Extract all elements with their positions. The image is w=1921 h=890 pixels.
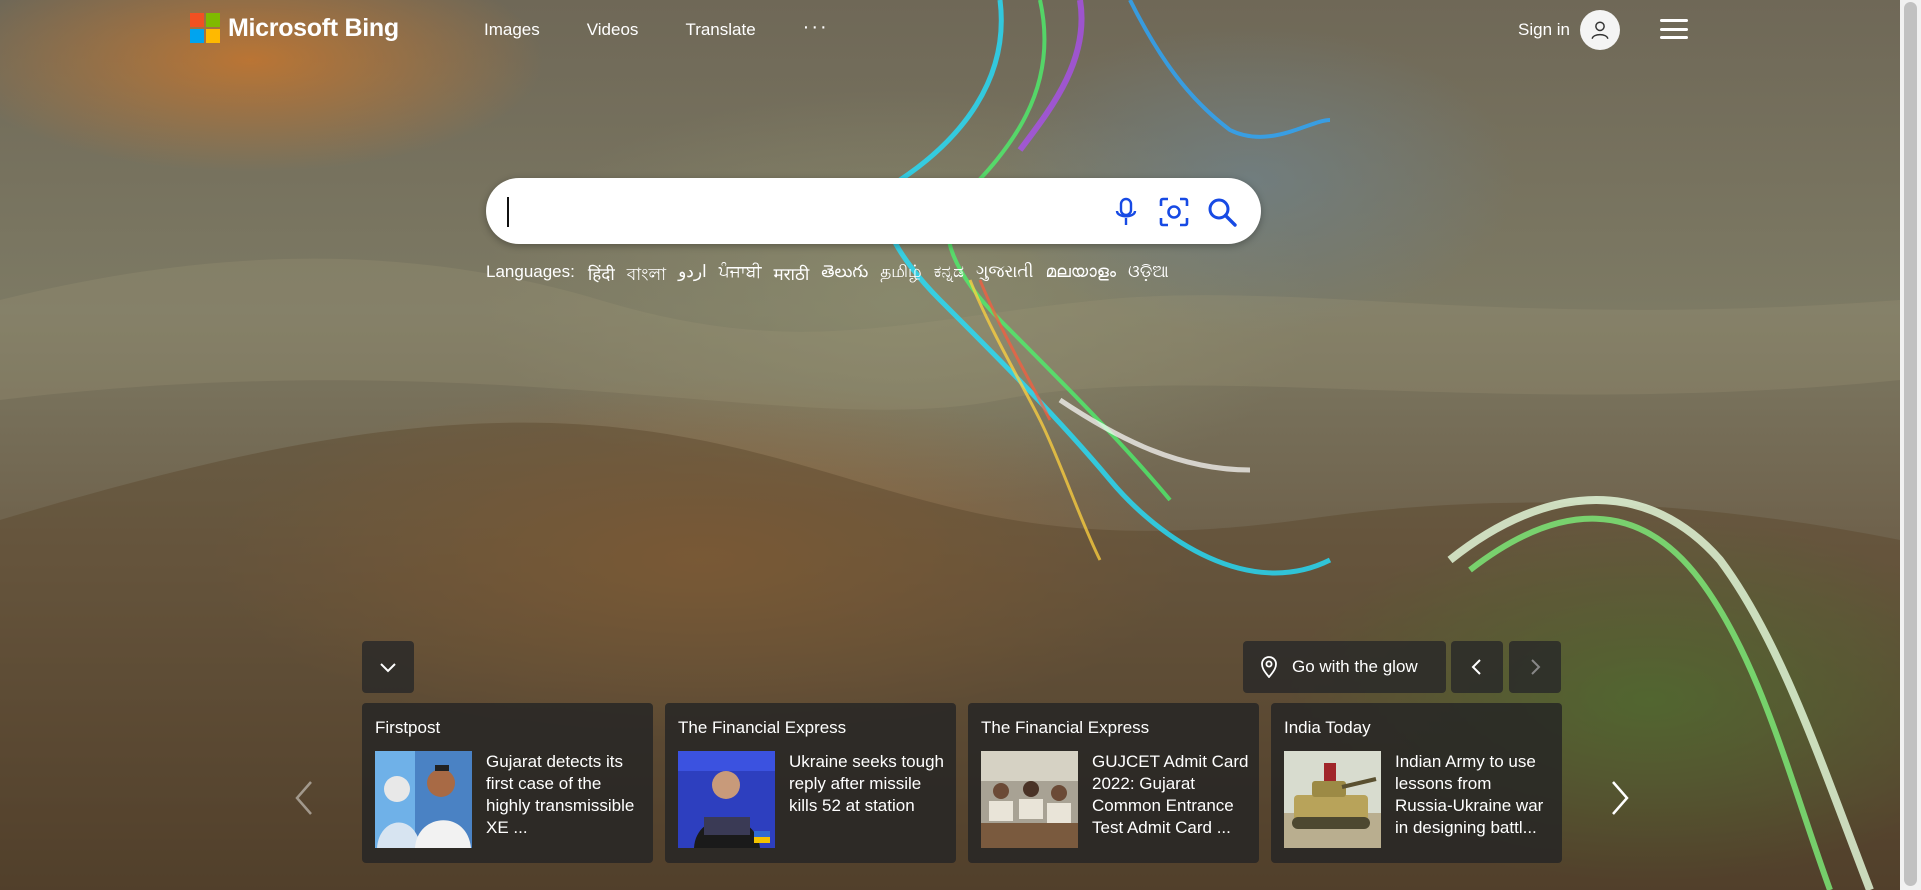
nav-images[interactable]: Images bbox=[484, 20, 540, 40]
news-next-button[interactable] bbox=[1605, 778, 1635, 818]
top-nav: Images Videos Translate ··· bbox=[484, 17, 876, 40]
chevron-down-icon bbox=[380, 663, 396, 673]
nav-videos[interactable]: Videos bbox=[587, 20, 639, 40]
previous-image-button[interactable] bbox=[1451, 641, 1503, 693]
bing-logo[interactable]: Microsoft Bing bbox=[190, 13, 399, 43]
language-link[interactable]: ગુજરાતી bbox=[976, 262, 1034, 290]
nav-more-button[interactable]: ··· bbox=[803, 17, 829, 40]
language-link[interactable]: தமிழ் bbox=[880, 262, 922, 290]
logo-square-yellow bbox=[206, 29, 220, 43]
news-card[interactable]: The Financial Express GUJCET Admit Card … bbox=[968, 703, 1259, 863]
chevron-right-icon bbox=[1531, 659, 1541, 675]
hamburger-bar bbox=[1660, 36, 1688, 39]
chevron-right-icon bbox=[1612, 781, 1629, 815]
languages-bar: Languages: हिंदी বাংলা اردو ਪੰਜਾਬੀ मराठी… bbox=[486, 262, 1181, 290]
visual-search-icon[interactable] bbox=[1157, 195, 1191, 229]
collapse-button[interactable] bbox=[362, 641, 414, 693]
scrollbar-thumb[interactable] bbox=[1904, 2, 1917, 886]
news-thumbnail bbox=[1284, 751, 1381, 848]
location-pin-icon bbox=[1261, 656, 1277, 678]
language-link[interactable]: বাংলা bbox=[627, 262, 666, 290]
news-card[interactable]: India Today Indian Army to use lessons f… bbox=[1271, 703, 1562, 863]
language-link[interactable]: हिंदी bbox=[588, 262, 615, 290]
logo-square-green bbox=[206, 13, 220, 27]
language-link[interactable]: ਪੰਜਾਬੀ bbox=[719, 262, 762, 290]
news-thumbnail bbox=[981, 751, 1078, 848]
news-previous-button[interactable] bbox=[289, 778, 319, 818]
search-icon[interactable] bbox=[1205, 195, 1239, 229]
language-link[interactable]: മലയാളം bbox=[1046, 262, 1116, 290]
microsoft-logo-icon bbox=[190, 13, 220, 43]
news-headline: Indian Army to use lessons from Russia-U… bbox=[1395, 752, 1544, 837]
hamburger-bar bbox=[1660, 27, 1688, 31]
image-info-button[interactable]: Go with the glow bbox=[1243, 641, 1446, 693]
language-link[interactable]: اردو bbox=[678, 262, 707, 290]
next-image-button[interactable] bbox=[1509, 641, 1561, 693]
news-headline: GUJCET Admit Card 2022: Gujarat Common E… bbox=[1092, 752, 1249, 837]
language-link[interactable]: తెలుగు bbox=[821, 262, 868, 290]
languages-label: Languages: bbox=[486, 262, 575, 281]
sign-in-button[interactable]: Sign in bbox=[1518, 10, 1620, 50]
search-input[interactable] bbox=[508, 192, 1072, 232]
news-card[interactable]: Firstpost Gujarat detects its first case… bbox=[362, 703, 653, 863]
news-source: The Financial Express bbox=[678, 718, 847, 737]
hamburger-menu-icon[interactable] bbox=[1660, 19, 1688, 39]
brand-name: Microsoft Bing bbox=[228, 13, 399, 42]
logo-square-blue bbox=[190, 29, 204, 43]
news-source: The Financial Express bbox=[981, 718, 1150, 737]
text-cursor bbox=[507, 197, 509, 227]
language-link[interactable]: ಕನ್ನಡ bbox=[934, 262, 964, 290]
chevron-left-icon bbox=[1471, 659, 1481, 675]
logo-square-red bbox=[190, 13, 204, 27]
language-link[interactable]: मराठी bbox=[773, 262, 809, 290]
microphone-icon[interactable] bbox=[1109, 195, 1143, 229]
nav-translate[interactable]: Translate bbox=[685, 20, 755, 40]
news-thumbnail bbox=[375, 751, 472, 848]
sign-in-label: Sign in bbox=[1518, 20, 1570, 39]
scrollbar[interactable] bbox=[1900, 0, 1921, 890]
news-headline: Gujarat detects its first case of the hi… bbox=[486, 752, 635, 837]
hamburger-bar bbox=[1660, 19, 1688, 22]
news-headline: Ukraine seeks tough reply after missile … bbox=[789, 752, 944, 815]
news-source: India Today bbox=[1284, 718, 1371, 737]
image-caption: Go with the glow bbox=[1292, 657, 1418, 676]
chevron-left-icon bbox=[295, 781, 312, 815]
news-card[interactable]: The Financial Express Ukraine seeks toug… bbox=[665, 703, 956, 863]
search-box bbox=[486, 178, 1261, 244]
news-thumbnail bbox=[678, 751, 775, 848]
person-icon bbox=[1579, 10, 1620, 50]
news-source: Firstpost bbox=[375, 718, 441, 737]
language-link[interactable]: ଓଡ଼ିଆ bbox=[1128, 262, 1169, 290]
